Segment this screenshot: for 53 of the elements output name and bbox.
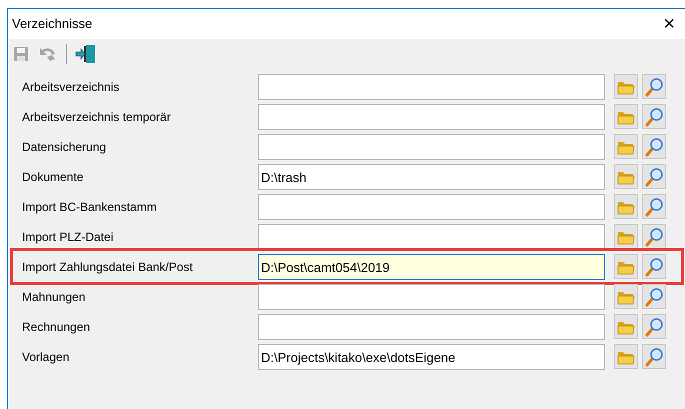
window-title: Verzeichnisse — [12, 15, 92, 34]
path-input[interactable] — [258, 284, 605, 310]
browse-folder-button[interactable] — [614, 134, 638, 159]
search-button[interactable] — [642, 284, 666, 309]
search-button[interactable] — [642, 104, 666, 129]
search-button[interactable] — [642, 224, 666, 249]
browse-folder-button[interactable] — [614, 194, 638, 219]
exit-door-icon[interactable] — [75, 44, 97, 64]
search-button[interactable] — [642, 134, 666, 159]
search-icon — [644, 316, 664, 336]
path-input[interactable] — [258, 134, 605, 160]
browse-folder-button[interactable] — [614, 284, 638, 309]
search-icon — [644, 286, 664, 306]
search-icon — [644, 166, 664, 186]
path-input[interactable]: D:\Projects\kitako\exe\dotsEigene — [258, 344, 605, 370]
search-button[interactable] — [642, 314, 666, 339]
browse-folder-button[interactable] — [614, 224, 638, 249]
browse-folder-button[interactable] — [614, 314, 638, 339]
field-label: Vorlagen — [22, 349, 70, 366]
browse-folder-button[interactable] — [614, 104, 638, 129]
path-input[interactable] — [258, 224, 605, 250]
field-label: Dokumente — [22, 169, 84, 186]
field-label: Arbeitsverzeichnis — [22, 79, 120, 96]
path-input[interactable]: D:\trash — [258, 164, 605, 190]
path-input[interactable] — [258, 314, 605, 340]
path-input[interactable]: D:\Post\camt054\2019 — [258, 254, 605, 280]
search-button[interactable] — [642, 74, 666, 99]
field-label: Mahnungen — [22, 289, 86, 306]
field-label: Rechnungen — [22, 319, 92, 336]
field-label: Arbeitsverzeichnis temporär — [22, 109, 172, 126]
browse-folder-button[interactable] — [614, 164, 638, 189]
close-button[interactable]: × — [659, 14, 679, 34]
browse-folder-button[interactable] — [614, 254, 638, 279]
search-button[interactable] — [642, 194, 666, 219]
field-label: Import PLZ-Datei — [22, 229, 114, 246]
search-button[interactable] — [642, 254, 666, 279]
browse-folder-button[interactable] — [614, 344, 638, 369]
search-icon — [644, 196, 664, 216]
field-label: Import Zahlungsdatei Bank/Post — [22, 259, 194, 276]
search-icon — [644, 76, 664, 96]
field-label: Datensicherung — [22, 139, 108, 156]
search-icon — [644, 106, 664, 126]
search-button[interactable] — [642, 164, 666, 189]
path-input[interactable] — [258, 194, 605, 220]
search-button[interactable] — [642, 344, 666, 369]
search-icon — [644, 226, 664, 246]
field-label: Import BC-Bankenstamm — [22, 199, 158, 216]
search-icon — [644, 346, 664, 366]
path-input[interactable] — [258, 74, 605, 100]
search-icon — [644, 136, 664, 156]
path-input[interactable] — [258, 104, 605, 130]
search-icon — [644, 256, 664, 276]
browse-folder-button[interactable] — [614, 74, 638, 99]
